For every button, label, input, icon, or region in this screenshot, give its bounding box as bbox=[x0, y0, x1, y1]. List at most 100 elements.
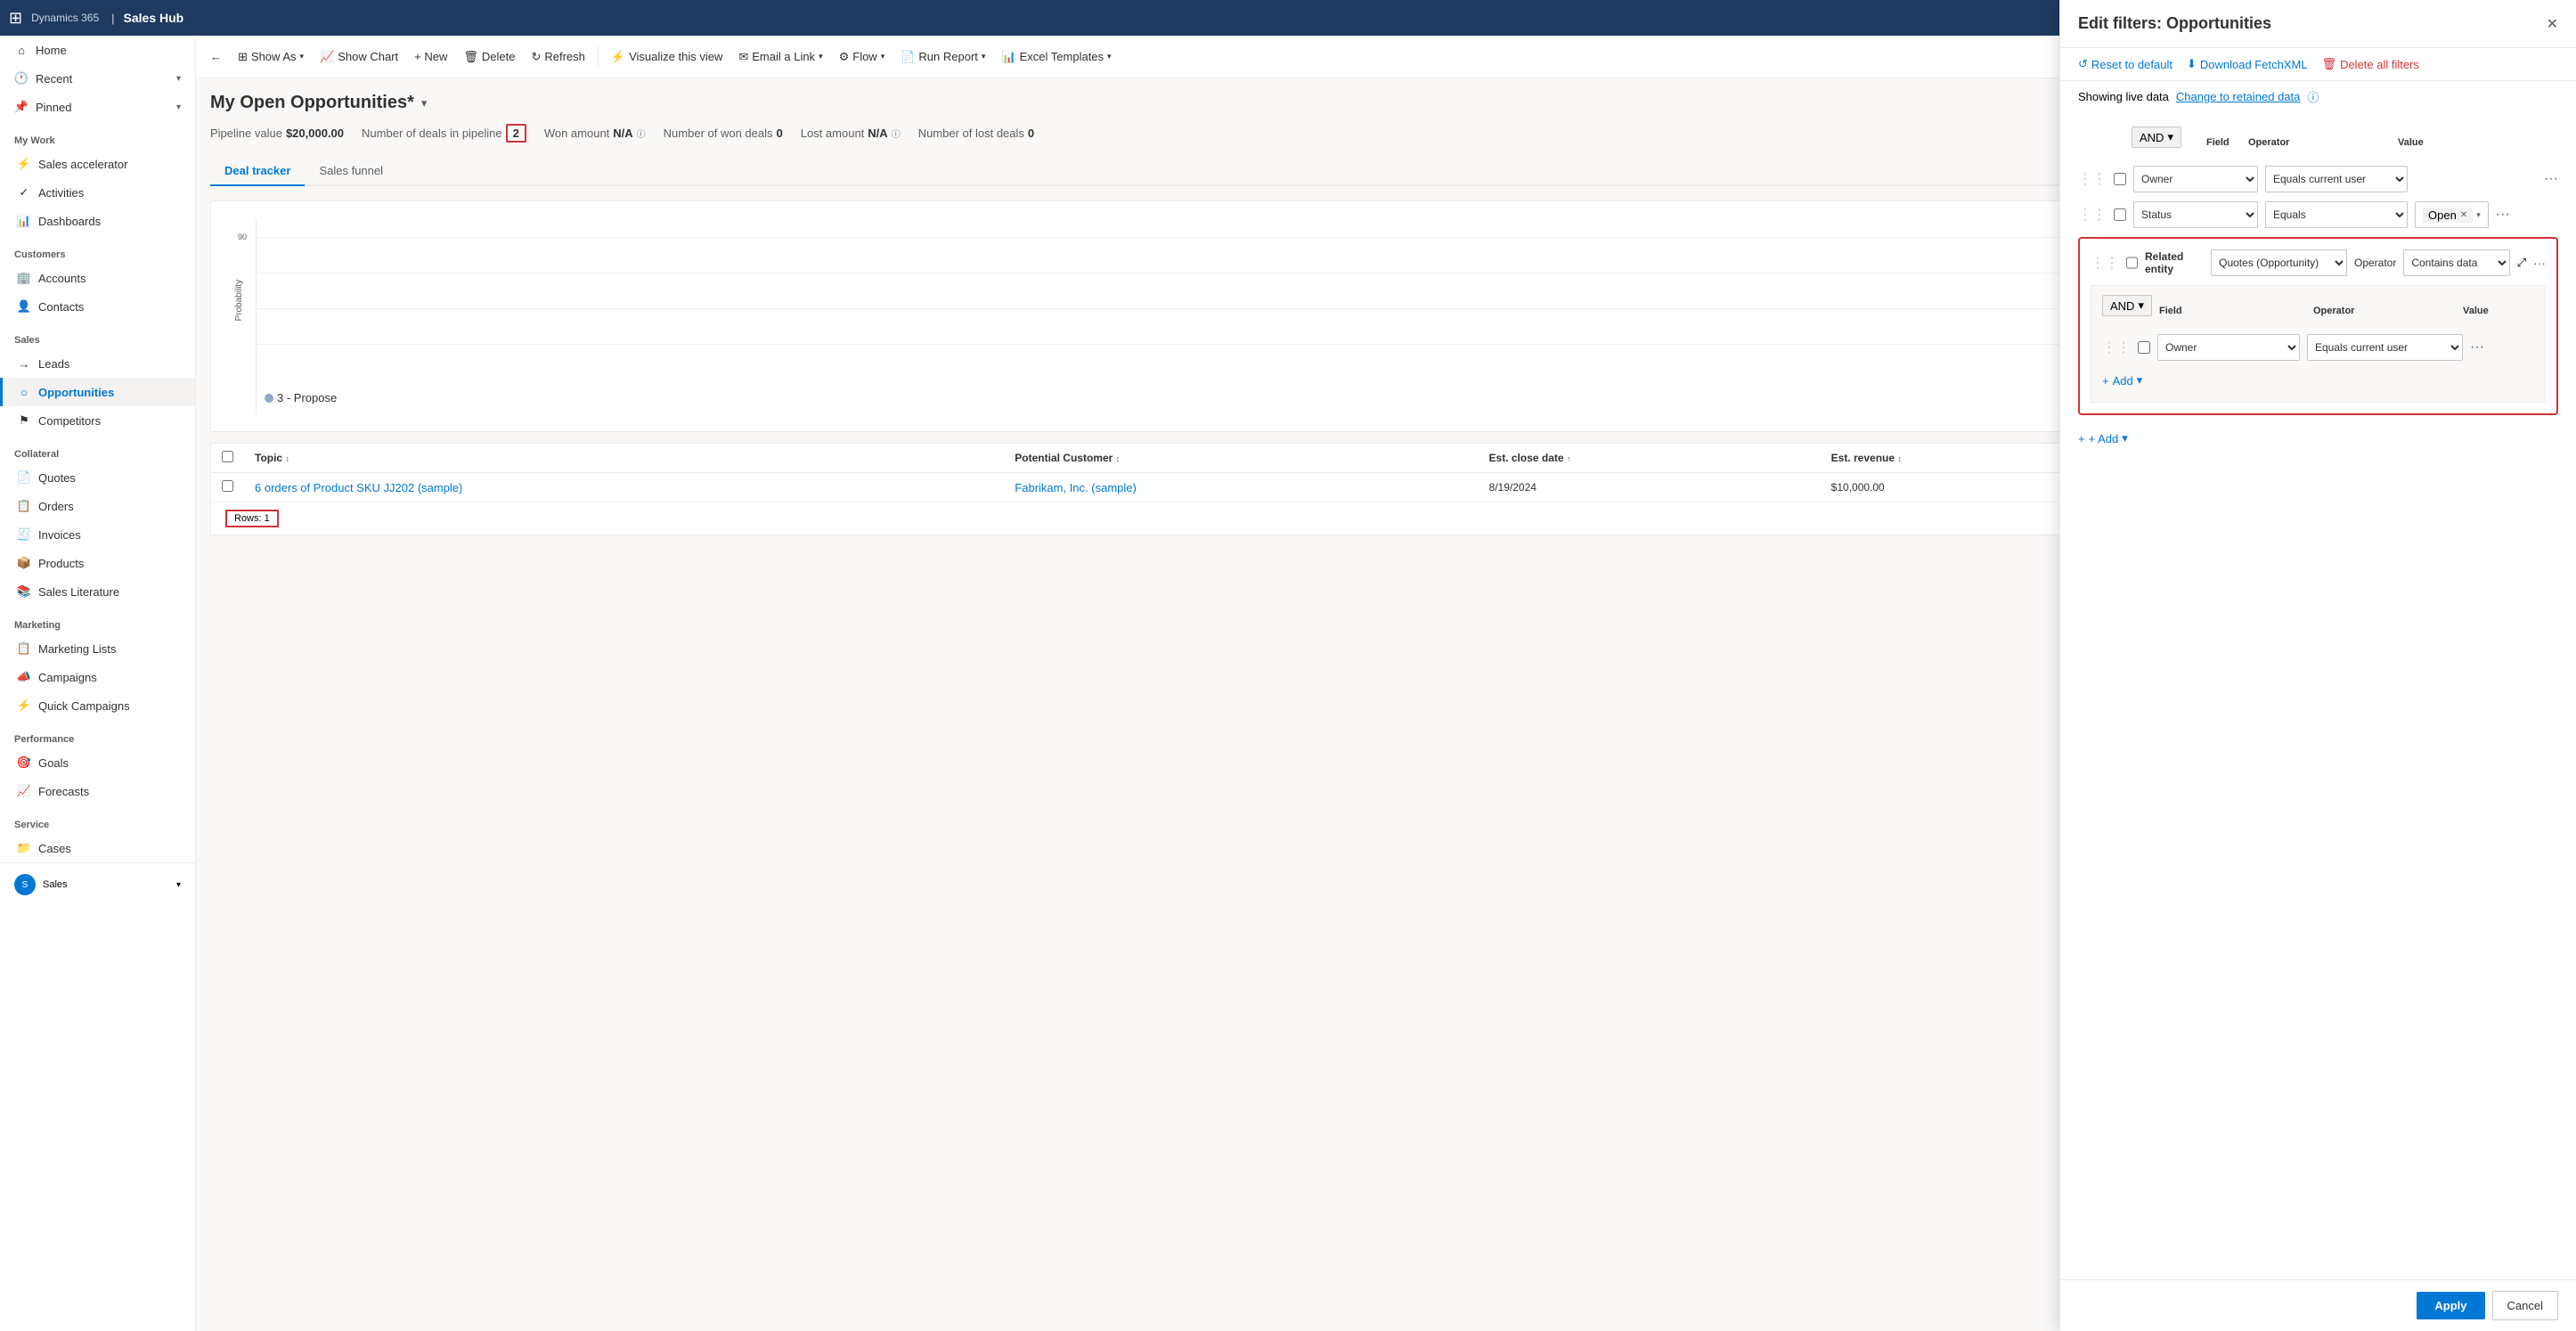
excel-button[interactable]: 📊 Excel Templates ▾ bbox=[994, 45, 1118, 69]
visualize-button[interactable]: ⚡ Visualize this view bbox=[604, 45, 730, 69]
related-entity-select[interactable]: Quotes (Opportunity) bbox=[2211, 249, 2347, 276]
sidebar-item-quotes[interactable]: 📄 Quotes bbox=[0, 463, 195, 492]
status-row-checkbox[interactable] bbox=[2114, 208, 2126, 221]
field-col-header: Field bbox=[2189, 137, 2241, 148]
show-as-button[interactable]: ⊞ Show As ▾ bbox=[231, 45, 311, 69]
sidebar-item-forecasts[interactable]: 📈 Forecasts bbox=[0, 777, 195, 805]
main-add-button[interactable]: + + Add ▾ bbox=[2078, 426, 2128, 451]
status-operator-select[interactable]: Equals bbox=[2265, 201, 2408, 228]
est-close-date-column-header[interactable]: Est. close date ↑ bbox=[1479, 444, 1821, 473]
delete-all-filters-button[interactable]: 🗑 Delete all filters bbox=[2322, 57, 2419, 71]
topic-column-header[interactable]: Topic ↕ bbox=[244, 444, 1004, 473]
lost-amount-stat: Lost amount N/A ⓘ bbox=[801, 127, 901, 140]
apply-button[interactable]: Apply bbox=[2417, 1292, 2484, 1319]
cancel-button[interactable]: Cancel bbox=[2492, 1291, 2558, 1320]
sidebar-item-products[interactable]: 📦 Products bbox=[0, 549, 195, 577]
related-entity-expand-button[interactable]: ⤢ bbox=[2517, 256, 2526, 270]
potential-customer-column-header[interactable]: Potential Customer ↕ bbox=[1004, 444, 1478, 473]
sidebar-item-orders[interactable]: 📋 Orders bbox=[0, 492, 195, 520]
related-drag-handle[interactable]: ⋮⋮ bbox=[2091, 254, 2119, 272]
owner-row-more-button[interactable]: ··· bbox=[2544, 171, 2558, 187]
related-entity-more-button[interactable]: ··· bbox=[2533, 256, 2546, 270]
refresh-button[interactable]: ↻ Refresh bbox=[524, 45, 591, 69]
delete-button[interactable]: 🗑 Delete bbox=[456, 45, 522, 69]
sidebar-item-dashboards[interactable]: 📊 Dashboards bbox=[0, 207, 195, 235]
customer-link[interactable]: Fabrikam, Inc. (sample) bbox=[1015, 481, 1137, 494]
related-inner-field-select[interactable]: Owner bbox=[2157, 334, 2300, 361]
visualize-icon: ⚡ bbox=[611, 50, 625, 64]
app-name: Sales Hub bbox=[124, 11, 184, 25]
filter-panel-header: Edit filters: Opportunities ✕ bbox=[2060, 0, 2576, 48]
sidebar-item-accounts[interactable]: 🏢 Accounts bbox=[0, 264, 195, 292]
main-add-arrow-icon: ▾ bbox=[2122, 431, 2128, 445]
related-inner-checkbox[interactable] bbox=[2138, 341, 2150, 354]
quick-campaigns-icon: ⚡ bbox=[17, 698, 31, 713]
status-field-select[interactable]: Status bbox=[2133, 201, 2258, 228]
related-and-badge[interactable]: AND ▾ bbox=[2102, 295, 2152, 316]
related-add-arrow-icon: ▾ bbox=[2137, 373, 2143, 388]
owner-operator-select[interactable]: Equals current user bbox=[2265, 166, 2408, 192]
sidebar-item-cases[interactable]: 📁 Cases bbox=[0, 834, 195, 862]
visualize-label: Visualize this view bbox=[629, 50, 722, 63]
owner-field-select[interactable]: Owner bbox=[2133, 166, 2258, 192]
select-all-checkbox[interactable] bbox=[222, 451, 233, 462]
download-fetchxml-button[interactable]: ⬇ Download FetchXML bbox=[2187, 57, 2308, 71]
page-title: My Open Opportunities* bbox=[210, 93, 414, 113]
user-expand-icon[interactable]: ▾ bbox=[176, 880, 181, 890]
change-to-retained-link[interactable]: Change to retained data bbox=[2176, 90, 2301, 103]
flow-arrow-icon: ▾ bbox=[881, 52, 885, 61]
reset-default-button[interactable]: ↺ Reset to default bbox=[2078, 57, 2172, 71]
waffle-icon[interactable]: ⊞ bbox=[9, 9, 22, 28]
related-add-button[interactable]: + Add ▾ bbox=[2102, 368, 2142, 393]
sidebar-item-label: Competitors bbox=[38, 414, 101, 428]
and-badge[interactable]: AND ▾ bbox=[2132, 127, 2181, 148]
related-entity-checkbox[interactable] bbox=[2126, 257, 2138, 269]
back-button[interactable]: ← bbox=[203, 45, 229, 69]
title-dropdown-icon[interactable]: ▾ bbox=[421, 96, 428, 110]
lost-info-icon[interactable]: ⓘ bbox=[892, 127, 901, 140]
pipeline-value: $20,000.00 bbox=[286, 127, 344, 140]
won-info-icon[interactable]: ⓘ bbox=[637, 127, 646, 140]
sidebar-item-sales-accelerator[interactable]: ⚡ Sales accelerator bbox=[0, 150, 195, 178]
status-dropdown-icon[interactable]: ▾ bbox=[2476, 210, 2481, 220]
flow-button[interactable]: ⚙ Flow ▾ bbox=[832, 45, 893, 69]
status-tag-close-button[interactable]: ✕ bbox=[2460, 210, 2467, 220]
email-link-button[interactable]: ✉ Email a Link ▾ bbox=[731, 45, 829, 69]
sidebar-item-goals[interactable]: 🎯 Goals bbox=[0, 748, 195, 777]
show-chart-button[interactable]: 📈 Show Chart bbox=[313, 45, 405, 69]
sidebar-item-campaigns[interactable]: 📣 Campaigns bbox=[0, 663, 195, 691]
sidebar-item-leads[interactable]: → Leads bbox=[0, 349, 195, 378]
related-inner-operator-select[interactable]: Equals current user bbox=[2307, 334, 2463, 361]
topic-link[interactable]: 6 orders of Product SKU JJ202 (sample) bbox=[255, 481, 462, 494]
sidebar-item-recent[interactable]: 🕐 Recent ▾ bbox=[0, 64, 195, 93]
row-checkbox[interactable] bbox=[222, 480, 233, 492]
drag-handle-status[interactable]: ⋮⋮ bbox=[2078, 206, 2107, 224]
tab-sales-funnel[interactable]: Sales funnel bbox=[305, 157, 397, 186]
drag-handle-owner[interactable]: ⋮⋮ bbox=[2078, 170, 2107, 188]
related-inner-more-button[interactable]: ··· bbox=[2470, 339, 2484, 355]
related-and-arrow-icon: ▾ bbox=[2138, 298, 2144, 313]
owner-row-checkbox[interactable] bbox=[2114, 173, 2126, 185]
sidebar-item-invoices[interactable]: 🧾 Invoices bbox=[0, 520, 195, 549]
sidebar-item-pinned[interactable]: 📌 Pinned ▾ bbox=[0, 93, 195, 121]
new-button[interactable]: + New bbox=[407, 45, 454, 69]
sidebar-item-contacts[interactable]: 👤 Contacts bbox=[0, 292, 195, 321]
related-field-col-header: Field bbox=[2159, 306, 2306, 316]
status-row-more-button[interactable]: ··· bbox=[2496, 207, 2510, 223]
sidebar-item-opportunities[interactable]: ○ Opportunities bbox=[0, 378, 195, 406]
reset-icon: ↺ bbox=[2078, 57, 2088, 71]
user-avatar[interactable]: S bbox=[14, 874, 36, 895]
run-report-button[interactable]: 📄 Run Report ▾ bbox=[893, 45, 992, 69]
sidebar-item-sales-literature[interactable]: 📚 Sales Literature bbox=[0, 577, 195, 606]
related-inner-drag-handle[interactable]: ⋮⋮ bbox=[2102, 339, 2131, 356]
sidebar-item-quick-campaigns[interactable]: ⚡ Quick Campaigns bbox=[0, 691, 195, 720]
tab-deal-tracker[interactable]: Deal tracker bbox=[210, 157, 305, 186]
sidebar-item-marketing-lists[interactable]: 📋 Marketing Lists bbox=[0, 634, 195, 663]
filter-close-button[interactable]: ✕ bbox=[2547, 15, 2558, 33]
sidebar-item-competitors[interactable]: ⚑ Competitors bbox=[0, 406, 195, 435]
related-operator-select[interactable]: Contains data bbox=[2403, 249, 2509, 276]
sidebar-item-activities[interactable]: ✓ Activities bbox=[0, 178, 195, 207]
sidebar-item-home[interactable]: ⌂ Home bbox=[0, 36, 195, 64]
dashboards-icon: 📊 bbox=[17, 214, 31, 228]
filter-panel-toolbar: ↺ Reset to default ⬇ Download FetchXML 🗑… bbox=[2060, 48, 2576, 81]
